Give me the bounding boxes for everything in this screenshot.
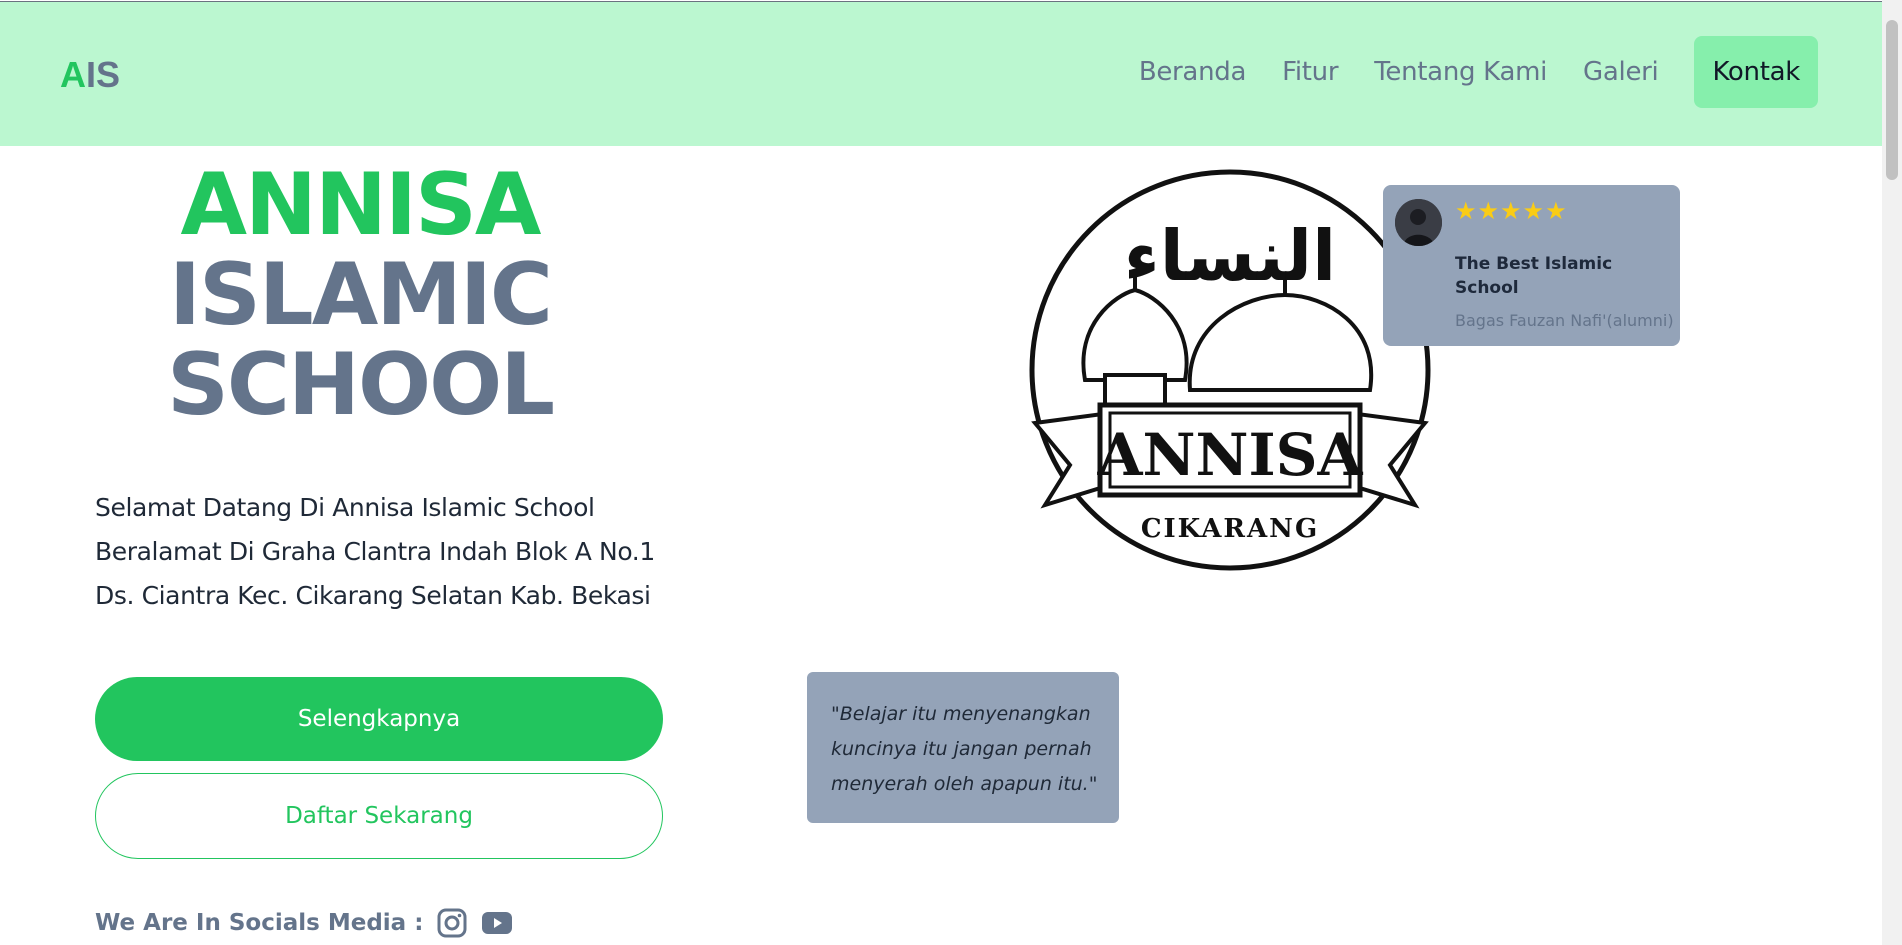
welcome-line-2: Beralamat Di Graha Clantra Indah Blok A …	[95, 537, 655, 566]
hero-title-line2: ISLAMIC	[169, 245, 553, 345]
socials-row: We Are In Socials Media :	[95, 908, 513, 938]
daftar-sekarang-button[interactable]: Daftar Sekarang	[95, 773, 663, 859]
nav-link-fitur[interactable]: Fitur	[1282, 57, 1338, 87]
nav-contact-button[interactable]: Kontak	[1694, 36, 1818, 108]
scrollbar-thumb[interactable]	[1886, 20, 1898, 180]
review-title: The Best Islamic School	[1455, 254, 1613, 298]
brand-letters-is: IS	[86, 54, 121, 95]
review-card: ★★★★★ The Best Islamic School Bagas Fauz…	[1383, 185, 1680, 346]
welcome-line-3: Ds. Ciantra Kec. Cikarang Selatan Kab. B…	[95, 581, 651, 610]
scrollbar[interactable]	[1882, 0, 1902, 945]
socials-label: We Are In Socials Media :	[95, 910, 424, 936]
selengkapnya-button[interactable]: Selengkapnya	[95, 677, 663, 761]
nav-link-beranda[interactable]: Beranda	[1139, 57, 1247, 87]
nav-link-galeri[interactable]: Galeri	[1583, 57, 1659, 87]
hero-title-line1: ANNISA	[180, 155, 541, 255]
youtube-icon[interactable]	[481, 910, 513, 936]
brand-logo[interactable]: AIS	[60, 54, 120, 96]
logo-city-text: CIKARANG	[1141, 514, 1319, 544]
avatar	[1395, 199, 1442, 246]
navbar: AIS Beranda Fitur Tentang Kami Galeri Ko…	[0, 1, 1882, 146]
hero-title-line3: SCHOOL	[166, 335, 555, 435]
welcome-text: Selamat Datang Di Annisa Islamic School …	[95, 486, 695, 618]
brand-letter-a: A	[60, 54, 86, 95]
quote-card: "Belajar itu menyenangkan kuncinya itu j…	[807, 672, 1119, 823]
hero-title: ANNISA ISLAMIC SCHOOL	[160, 160, 560, 430]
logo-banner-text: ANNISA	[1096, 421, 1363, 489]
review-author: Bagas Fauzan Nafi'(alumni)	[1455, 311, 1674, 330]
annisa-logo: النساء ANNISA CIKARANG	[1025, 165, 1435, 575]
logo-arabic-text: النساء	[1124, 215, 1336, 297]
rating-stars: ★★★★★	[1455, 197, 1568, 225]
quote-text: "Belajar itu menyenangkan kuncinya itu j…	[831, 703, 1098, 795]
welcome-line-1: Selamat Datang Di Annisa Islamic School	[95, 493, 595, 522]
instagram-icon[interactable]	[437, 908, 467, 938]
nav-links: Beranda Fitur Tentang Kami Galeri Kontak	[1103, 36, 1818, 108]
nav-link-tentang-kami[interactable]: Tentang Kami	[1374, 57, 1547, 87]
